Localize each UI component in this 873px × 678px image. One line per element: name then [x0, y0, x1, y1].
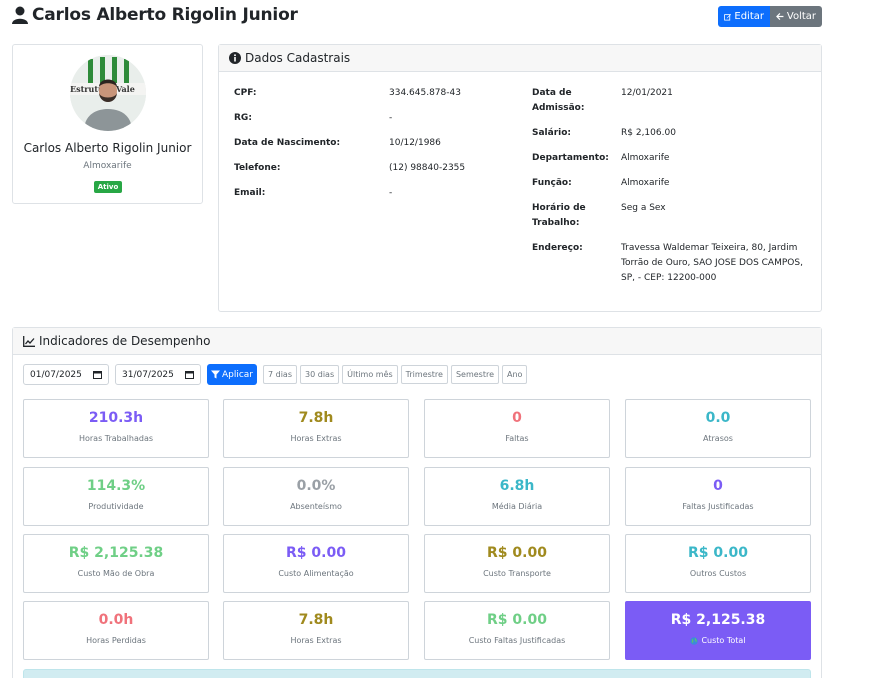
cpf-label: CPF: [234, 88, 257, 98]
edit-button-label: Editar [734, 11, 764, 22]
apply-button[interactable]: Aplicar [207, 364, 257, 385]
metric-total-cost: R$ 2,125.38 Custo Total [625, 601, 811, 660]
performance-card: Indicadores de Desempenho 01/07/2025 31/… [12, 327, 822, 678]
edit-icon [724, 13, 732, 21]
metric-overtime-secondary: 7.8h Horas Extras [223, 601, 409, 660]
metric-hours-worked: 210.3h Horas Trabalhadas [23, 399, 209, 458]
metric-overtime: 7.8h Horas Extras [223, 399, 409, 458]
schedule-label: Horário de Trabalho: [532, 203, 586, 228]
metric-justified-absence-cost: R$ 0.00 Custo Faltas Justificadas [424, 601, 610, 660]
preset-quarter[interactable]: Trimestre [400, 365, 448, 384]
header-actions: Editar Voltar [718, 6, 822, 27]
status-badge: Ativo [94, 181, 122, 193]
salary-label: Salário: [532, 128, 572, 138]
back-button[interactable]: Voltar [770, 6, 822, 27]
preset-last-month[interactable]: Último mês [342, 365, 398, 384]
salary-value: R$ 2,106.00 [621, 128, 676, 138]
filter-icon [210, 370, 220, 379]
start-date-input[interactable]: 01/07/2025 [23, 364, 109, 385]
arrow-left-icon [776, 13, 784, 20]
phone-value: (12) 98840-2355 [389, 163, 466, 173]
metric-labor-cost: R$ 2,125.38 Custo Mão de Obra [23, 534, 209, 593]
metric-transport-cost: R$ 0.00 Custo Transporte [424, 534, 610, 593]
info-circle-icon [229, 52, 241, 64]
metric-daily-average: 6.8h Média Diária [424, 467, 610, 526]
phone-label: Telefone: [234, 163, 281, 173]
globe-icon [690, 636, 699, 645]
email-label: Email: [234, 188, 266, 198]
performance-header-title: Indicadores de Desempenho [39, 334, 211, 348]
admission-value: 12/01/2021 [621, 88, 673, 98]
function-value: Almoxarife [621, 178, 670, 188]
page-title-text: Carlos Alberto Rigolin Junior [32, 5, 298, 25]
info-alert [23, 669, 811, 678]
email-value: - [389, 188, 393, 198]
department-value: Almoxarife [621, 153, 670, 163]
metric-lost-hours: 0.0h Horas Perdidas [23, 601, 209, 660]
details-header-title: Dados Cadastrais [245, 51, 351, 65]
calendar-icon [93, 371, 102, 379]
address-label: Endereço: [532, 243, 583, 253]
birthdate-value: 10/12/1986 [389, 138, 441, 148]
details-header: Dados Cadastrais [219, 45, 821, 72]
metric-productivity: 114.3% Produtividade [23, 467, 209, 526]
preset-30-days[interactable]: 30 dias [300, 365, 340, 384]
cpf-value: 334.645.878-43 [389, 88, 461, 98]
metric-other-costs: R$ 0.00 Outros Custos [625, 534, 811, 593]
end-date-input[interactable]: 31/07/2025 [115, 364, 201, 385]
edit-button[interactable]: Editar [718, 6, 770, 27]
details-card: Dados Cadastrais CPF: 334.645.878-43 RG:… [218, 44, 822, 312]
metric-food-cost: R$ 0.00 Custo Alimentação [223, 534, 409, 593]
function-label: Função: [532, 178, 572, 188]
metric-delays: 0.0 Atrasos [625, 399, 811, 458]
back-button-label: Voltar [786, 11, 816, 22]
performance-header: Indicadores de Desempenho [13, 328, 821, 355]
address-value: Travessa Waldemar Teixeira, 80, Jardim T… [621, 243, 803, 283]
page-title: Carlos Alberto Rigolin Junior [12, 4, 298, 26]
user-icon [12, 6, 28, 24]
avatar: Estrutura Vale [70, 55, 146, 131]
preset-7-days[interactable]: 7 dias [263, 365, 298, 384]
date-filters: 01/07/2025 31/07/2025 Aplicar 7 dias 30 … [23, 364, 530, 385]
preset-semester[interactable]: Semestre [450, 365, 500, 384]
metric-justified-absences: 0 Faltas Justificadas [625, 467, 811, 526]
rg-label: RG: [234, 113, 252, 123]
rg-value: - [389, 113, 393, 123]
calendar-icon [185, 371, 194, 379]
avatar-photo: Estrutura Vale [70, 55, 146, 131]
department-label: Departamento: [532, 153, 609, 163]
profile-name: Carlos Alberto Rigolin Junior [23, 141, 192, 155]
admission-label: Data de Admissão: [532, 88, 585, 113]
birthdate-label: Data de Nascimento: [234, 138, 341, 148]
profile-role: Almoxarife [83, 161, 132, 171]
profile-card: Estrutura Vale Carlos Alberto Rigolin Ju… [12, 44, 203, 204]
metric-absences: 0 Faltas [424, 399, 610, 458]
preset-year[interactable]: Ano [502, 365, 528, 384]
schedule-value: Seg a Sex [621, 203, 666, 213]
metric-absenteeism: 0.0% Absenteísmo [223, 467, 409, 526]
chart-line-icon [23, 335, 35, 347]
